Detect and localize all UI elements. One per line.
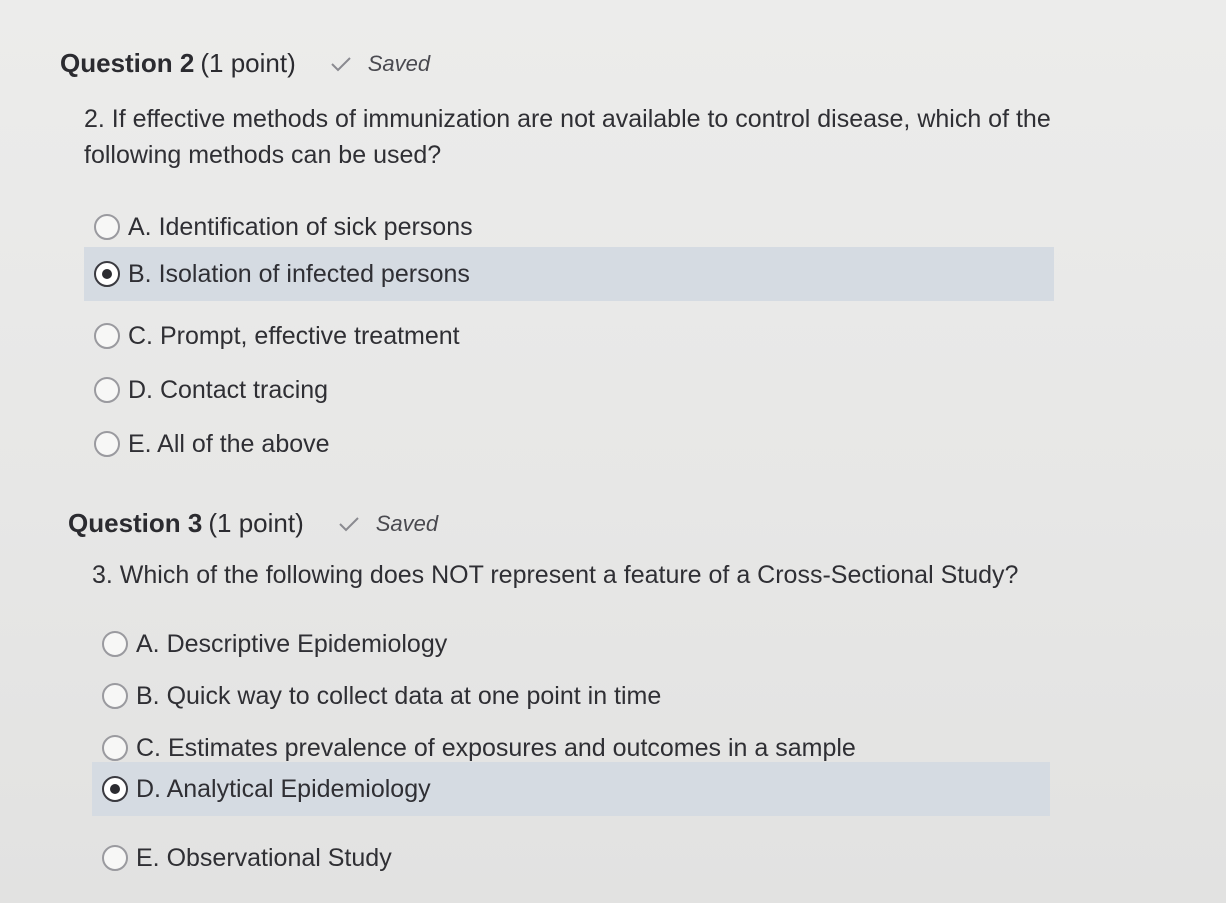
saved-label: Saved: [367, 50, 431, 76]
answer-option-selected[interactable]: B. Isolation of infected persons: [84, 247, 1054, 301]
saved-status: Saved: [338, 511, 438, 537]
option-label: B. Quick way to collect data at one poin…: [136, 681, 662, 710]
option-label: A. Descriptive Epidemiology: [136, 629, 448, 658]
saved-label: Saved: [375, 510, 439, 536]
option-label: C. Prompt, effective treatment: [128, 321, 460, 350]
radio-button[interactable]: [94, 377, 120, 403]
radio-button[interactable]: [102, 631, 128, 657]
radio-button[interactable]: [102, 683, 128, 709]
question-title: Question 3: [68, 508, 203, 538]
check-icon: [331, 56, 351, 71]
radio-button-selected[interactable]: [94, 261, 120, 287]
option-label: B. Isolation of infected persons: [128, 259, 470, 288]
option-label: D. Analytical Epidemiology: [136, 774, 431, 803]
radio-button[interactable]: [94, 323, 120, 349]
radio-button[interactable]: [94, 214, 120, 240]
option-label: E. All of the above: [128, 429, 330, 458]
answer-option[interactable]: A. Identification of sick persons: [84, 200, 1054, 254]
answer-option[interactable]: B. Quick way to collect data at one poin…: [92, 669, 1050, 723]
question-title: Question 2: [60, 48, 195, 78]
answer-option[interactable]: E. All of the above: [84, 417, 1054, 471]
option-label: C. Estimates prevalence of exposures and…: [136, 733, 856, 762]
option-label: D. Contact tracing: [128, 375, 329, 404]
question-header: Question 2 (1 point) Saved: [60, 48, 430, 79]
radio-button[interactable]: [102, 845, 128, 871]
answer-option[interactable]: E. Observational Study: [92, 831, 1050, 885]
radio-button-selected[interactable]: [102, 776, 128, 802]
answer-option[interactable]: A. Descriptive Epidemiology: [92, 617, 1050, 671]
answer-option[interactable]: C. Prompt, effective treatment: [84, 309, 1054, 363]
option-label: A. Identification of sick persons: [128, 212, 473, 241]
option-label: E. Observational Study: [136, 843, 392, 872]
question-points: (1 point): [200, 48, 296, 78]
answer-option-selected[interactable]: D. Analytical Epidemiology: [92, 762, 1050, 816]
question-header: Question 3 (1 point) Saved: [68, 508, 438, 539]
check-icon: [339, 516, 359, 531]
question-text: 3. Which of the following does NOT repre…: [92, 561, 1019, 589]
radio-button[interactable]: [94, 431, 120, 457]
radio-button[interactable]: [102, 735, 128, 761]
saved-status: Saved: [330, 51, 430, 77]
question-text: 2. If effective methods of immunization …: [84, 105, 1051, 169]
answer-option[interactable]: D. Contact tracing: [84, 363, 1054, 417]
question-points: (1 point): [208, 508, 304, 538]
